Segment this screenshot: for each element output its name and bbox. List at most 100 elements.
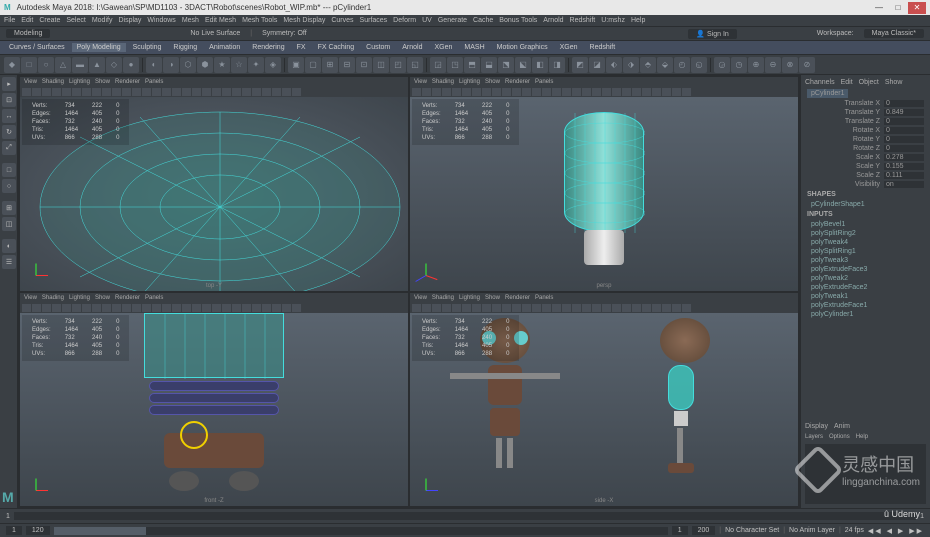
vp-menu-view[interactable]: View: [414, 295, 427, 301]
shelf-icon[interactable]: ⊖: [765, 57, 781, 73]
channel-tab-edit[interactable]: Edit: [841, 79, 853, 86]
menu-uv[interactable]: UV: [422, 17, 432, 24]
menu-display[interactable]: Display: [118, 17, 141, 24]
vp-tool-icon[interactable]: [162, 304, 171, 312]
input-node[interactable]: polySplitRing2: [803, 229, 928, 238]
workspace-select[interactable]: Maya Classic*: [864, 29, 924, 38]
menu-arnold[interactable]: Arnold: [543, 17, 563, 24]
vp-tool-icon[interactable]: [122, 88, 131, 96]
vp-tool-icon[interactable]: [442, 88, 451, 96]
vp-tool-icon[interactable]: [252, 88, 261, 96]
input-node[interactable]: polySplitRing1: [803, 247, 928, 256]
vp-menu-panels[interactable]: Panels: [145, 295, 163, 301]
vp-tool-icon[interactable]: [432, 304, 441, 312]
vp-tool-icon[interactable]: [172, 88, 181, 96]
vp-tool-icon[interactable]: [282, 304, 291, 312]
shelf-icon[interactable]: ⬖: [606, 57, 622, 73]
vp-tool-icon[interactable]: [72, 304, 81, 312]
shelf-tab-rigging[interactable]: Rigging: [168, 43, 202, 52]
vp-tool-icon[interactable]: [512, 88, 521, 96]
attr-value[interactable]: 0: [884, 145, 924, 152]
maximize-button[interactable]: □: [889, 2, 907, 14]
vp-tool-icon[interactable]: [652, 88, 661, 96]
vp-tool-icon[interactable]: [122, 304, 131, 312]
shelf-icon[interactable]: ⬡: [180, 57, 196, 73]
shelf-icon[interactable]: ◰: [390, 57, 406, 73]
shelf-tab-sculpting[interactable]: Sculpting: [128, 43, 167, 52]
vp-tool-icon[interactable]: [262, 304, 271, 312]
tool-button[interactable]: ○: [2, 179, 16, 193]
vp-tool-icon[interactable]: [462, 88, 471, 96]
workspace-dropdown[interactable]: Modeling: [6, 29, 50, 38]
vp-tool-icon[interactable]: [102, 88, 111, 96]
vp-menu-renderer[interactable]: Renderer: [505, 79, 530, 85]
shelf-icon[interactable]: ▲: [89, 57, 105, 73]
vp-menu-lighting[interactable]: Lighting: [459, 79, 480, 85]
vp-tool-icon[interactable]: [512, 304, 521, 312]
vp-tool-icon[interactable]: [632, 88, 641, 96]
shelf-icon[interactable]: ◪: [589, 57, 605, 73]
vp-tool-icon[interactable]: [582, 88, 591, 96]
vp-menu-shading[interactable]: Shading: [42, 295, 64, 301]
vp-tool-icon[interactable]: [542, 88, 551, 96]
shelf-icon[interactable]: ◇: [106, 57, 122, 73]
vp-tool-icon[interactable]: [192, 304, 201, 312]
vp-tool-icon[interactable]: [172, 304, 181, 312]
vp-menu-shading[interactable]: Shading: [432, 295, 454, 301]
minimize-button[interactable]: —: [870, 2, 888, 14]
attr-value[interactable]: 0: [884, 118, 924, 125]
menu-edit-mesh[interactable]: Edit Mesh: [205, 17, 236, 24]
vp-tool-icon[interactable]: [472, 88, 481, 96]
shelf-icon[interactable]: ⬔: [498, 57, 514, 73]
vp-tool-icon[interactable]: [182, 88, 191, 96]
vp-tool-icon[interactable]: [82, 88, 91, 96]
vp-tool-icon[interactable]: [502, 304, 511, 312]
vp-menu-lighting[interactable]: Lighting: [69, 79, 90, 85]
vp-menu-view[interactable]: View: [24, 295, 37, 301]
vp-tool-icon[interactable]: [592, 88, 601, 96]
vp-tool-icon[interactable]: [112, 304, 121, 312]
character-set-dd[interactable]: No Character Set: [725, 527, 779, 534]
playback-start-field[interactable]: 120: [26, 526, 50, 535]
vp-tool-icon[interactable]: [602, 304, 611, 312]
vp-menu-lighting[interactable]: Lighting: [69, 295, 90, 301]
shelf-icon[interactable]: ⊟: [339, 57, 355, 73]
attr-value[interactable]: 0.155: [884, 163, 924, 170]
vp-tool-icon[interactable]: [572, 88, 581, 96]
vp-tool-icon[interactable]: [202, 304, 211, 312]
menu-curves[interactable]: Curves: [331, 17, 353, 24]
vp-tool-icon[interactable]: [22, 88, 31, 96]
vp-menu-panels[interactable]: Panels: [535, 295, 553, 301]
shelf-icon[interactable]: ★: [214, 57, 230, 73]
vp-tool-icon[interactable]: [242, 304, 251, 312]
shelf-icon[interactable]: ⊞: [322, 57, 338, 73]
tool-button[interactable]: ⊡: [2, 93, 16, 107]
input-node[interactable]: polyTweak4: [803, 238, 928, 247]
shelf-icon[interactable]: ◆: [4, 57, 20, 73]
vp-tool-icon[interactable]: [492, 304, 501, 312]
vp-tool-icon[interactable]: [272, 88, 281, 96]
close-button[interactable]: ✕: [908, 2, 926, 14]
vp-tool-icon[interactable]: [232, 88, 241, 96]
vp-tool-icon[interactable]: [92, 304, 101, 312]
vp-menu-lighting[interactable]: Lighting: [459, 295, 480, 301]
shelf-icon[interactable]: ⬙: [657, 57, 673, 73]
menu-file[interactable]: File: [4, 17, 15, 24]
input-node[interactable]: polyTweak3: [803, 256, 928, 265]
vp-tool-icon[interactable]: [642, 304, 651, 312]
layer-menu-layers[interactable]: Layers: [805, 434, 823, 440]
shelf-icon[interactable]: ⬒: [464, 57, 480, 73]
shelf-tab-rendering[interactable]: Rendering: [247, 43, 289, 52]
range-slider[interactable]: 1 120 1 200 | No Character Set | No Anim…: [0, 523, 930, 537]
vp-tool-icon[interactable]: [632, 304, 641, 312]
menu-u:mshz[interactable]: U:mshz: [601, 17, 625, 24]
shelf-icon[interactable]: ⊘: [799, 57, 815, 73]
anim-layer-dd[interactable]: No Anim Layer: [789, 527, 835, 534]
shelf-icon[interactable]: ☆: [231, 57, 247, 73]
viewport-front[interactable]: ViewShadingLightingShowRendererPanels Ve…: [20, 293, 408, 507]
fps-dd[interactable]: 24 fps: [845, 527, 864, 534]
vp-menu-renderer[interactable]: Renderer: [115, 295, 140, 301]
vp-menu-panels[interactable]: Panels: [535, 79, 553, 85]
layer-tab-display[interactable]: Display: [805, 423, 828, 430]
vp-tool-icon[interactable]: [282, 88, 291, 96]
